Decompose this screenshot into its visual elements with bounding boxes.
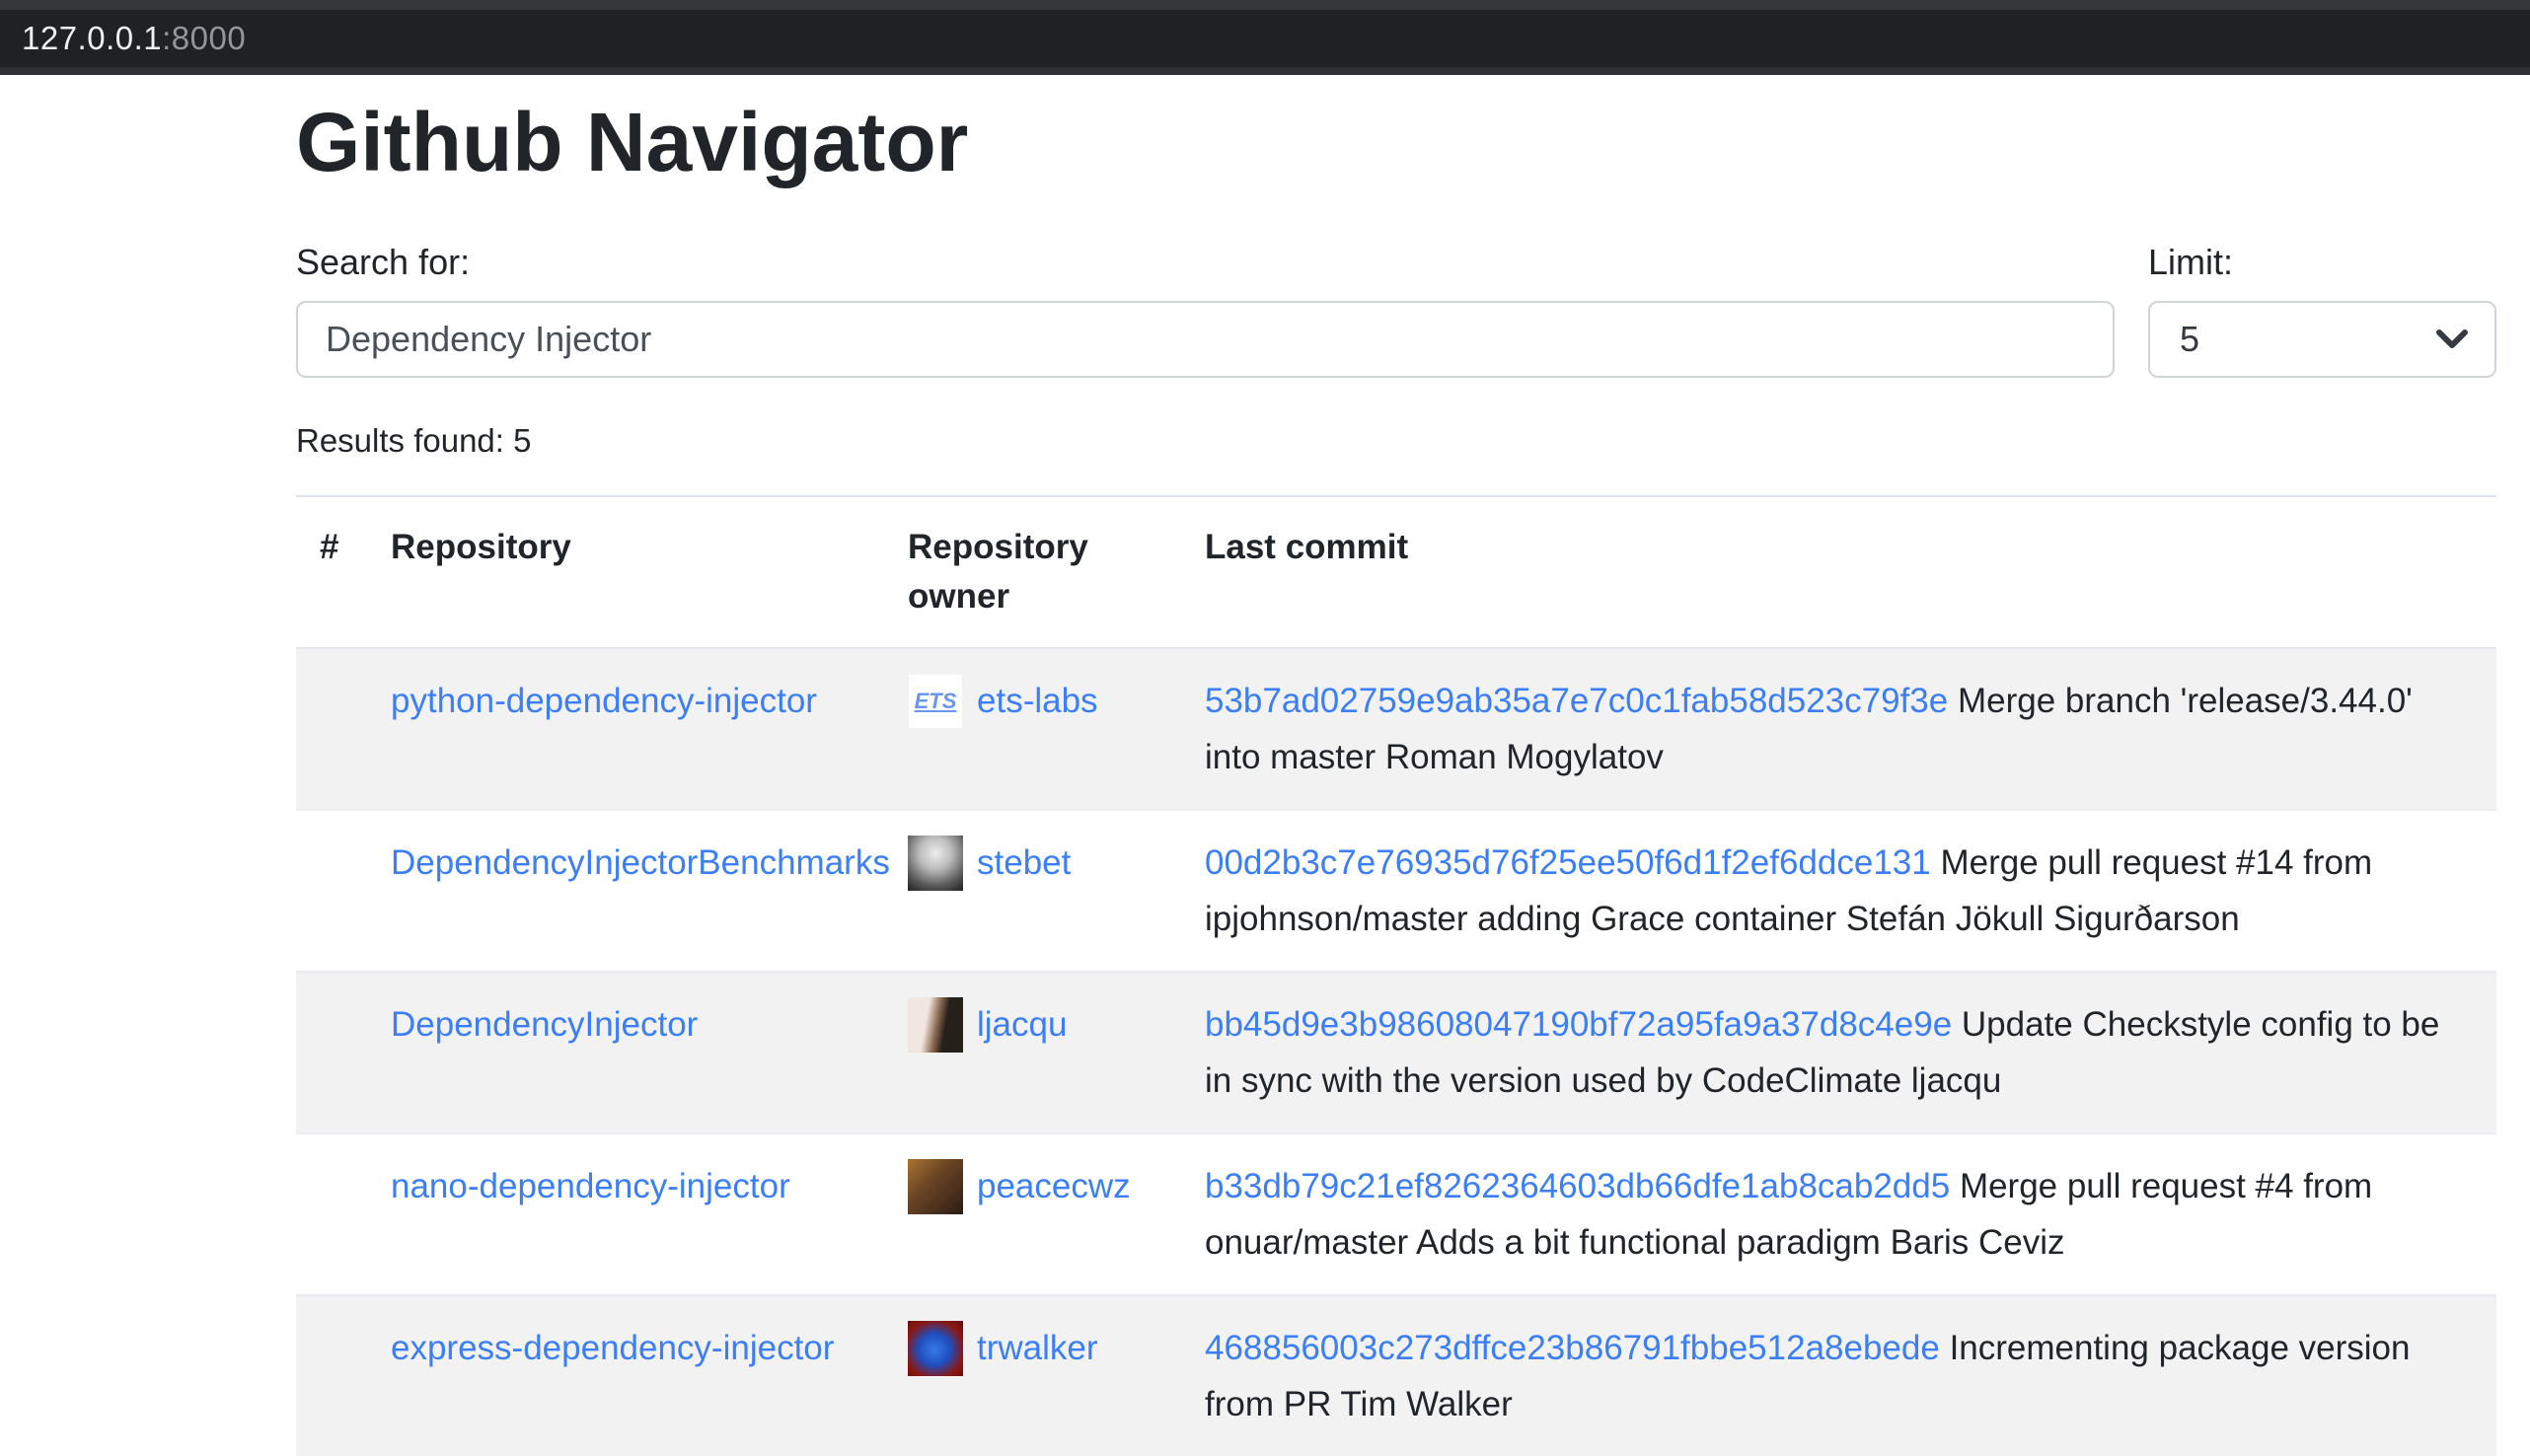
owner-link[interactable]: stebet xyxy=(977,835,1071,891)
repo-link[interactable]: nano-dependency-injector xyxy=(391,1167,790,1205)
repo-link[interactable]: python-dependency-injector xyxy=(391,682,817,720)
commit-hash-link[interactable]: b33db79c21ef8262364603db66dfe1ab8cab2dd5 xyxy=(1205,1167,1950,1205)
owner-link[interactable]: ljacqu xyxy=(977,996,1067,1053)
table-row: DependencyInjectorBenchmarks stebet 00d2… xyxy=(296,810,2496,972)
header-index: # xyxy=(296,496,367,648)
search-label: Search for: xyxy=(296,242,2115,283)
browser-tab-strip xyxy=(0,0,2530,10)
owner-avatar-stebet xyxy=(908,836,963,891)
table-row: nano-dependency-injector peacecwz b33db7… xyxy=(296,1133,2496,1295)
search-form: Search for: Limit: 5 xyxy=(296,242,2496,378)
browser-chrome: 127.0.0.1:8000 xyxy=(0,0,2530,75)
owner-link[interactable]: peacecwz xyxy=(977,1158,1131,1214)
row-index-cell xyxy=(296,1133,367,1295)
owner-link[interactable]: trwalker xyxy=(977,1320,1098,1376)
commit-hash-link[interactable]: 00d2b3c7e76935d76f25ee50f6d1f2ef6ddce131 xyxy=(1205,843,1931,882)
browser-url-bar[interactable]: 127.0.0.1:8000 xyxy=(0,10,2530,67)
table-row: express-dependency-injector trwalker 468… xyxy=(296,1295,2496,1456)
row-index-cell xyxy=(296,810,367,972)
commit-hash-link[interactable]: bb45d9e3b98608047190bf72a95fa9a37d8c4e9e xyxy=(1205,1005,1952,1044)
table-row: DependencyInjector ljacqu bb45d9e3b98608… xyxy=(296,972,2496,1133)
header-owner: Repository owner xyxy=(884,496,1181,648)
limit-select[interactable]: 5 xyxy=(2148,301,2496,378)
header-last-commit: Last commit xyxy=(1181,496,2496,648)
header-repository: Repository xyxy=(367,496,884,648)
page-title: Github Navigator xyxy=(296,97,2496,187)
chevron-down-icon xyxy=(2435,328,2469,350)
commit-hash-link[interactable]: 468856003c273dffce23b86791fbbe512a8ebede xyxy=(1205,1329,1940,1367)
row-index-cell xyxy=(296,1295,367,1456)
owner-avatar-trwalker xyxy=(908,1321,963,1376)
table-header-row: # Repository Repository owner Last commi… xyxy=(296,496,2496,648)
results-count: Results found: 5 xyxy=(296,422,2496,460)
search-input[interactable] xyxy=(296,301,2115,378)
page-container: Github Navigator Search for: Limit: 5 Re xyxy=(0,75,2530,1456)
owner-link[interactable]: ets-labs xyxy=(977,673,1098,729)
owner-avatar-ets-labs: ETS xyxy=(908,674,963,729)
limit-selected-value: 5 xyxy=(2180,319,2199,360)
limit-label: Limit: xyxy=(2148,242,2496,283)
url-host: 127.0.0.1 xyxy=(22,20,162,57)
url-port: :8000 xyxy=(162,20,246,57)
row-index-cell xyxy=(296,648,367,810)
commit-hash-link[interactable]: 53b7ad02759e9ab35a7e7c0c1fab58d523c79f3e xyxy=(1205,682,1948,720)
repo-link[interactable]: DependencyInjector xyxy=(391,1005,698,1044)
repo-link[interactable]: express-dependency-injector xyxy=(391,1329,834,1367)
owner-avatar-peacecwz xyxy=(908,1159,963,1214)
browser-chrome-divider xyxy=(0,67,2530,75)
repositories-table: # Repository Repository owner Last commi… xyxy=(296,495,2496,1456)
table-row: python-dependency-injector ETS ets-labs … xyxy=(296,648,2496,810)
row-index-cell xyxy=(296,972,367,1133)
owner-avatar-ljacqu xyxy=(908,997,963,1053)
repo-link[interactable]: DependencyInjectorBenchmarks xyxy=(391,843,890,882)
